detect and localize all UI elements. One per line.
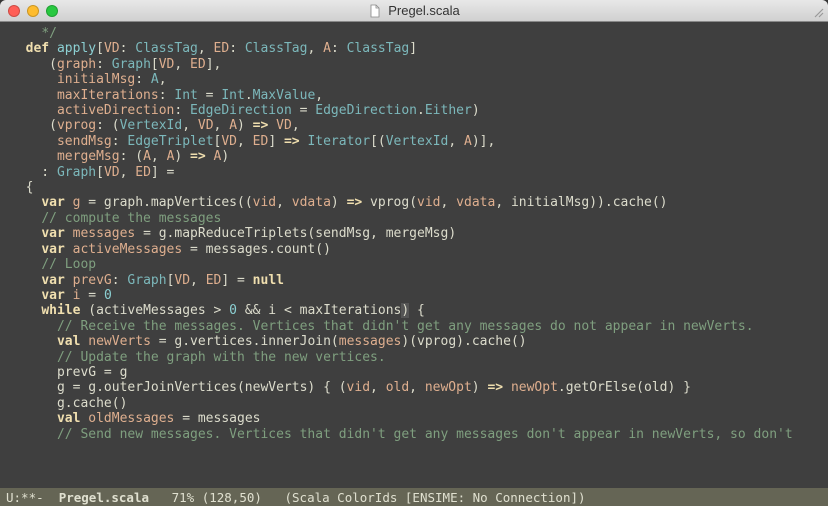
modeline-mode: (Scala ColorIds [ENSIME: No Connection]): [285, 490, 586, 505]
code-line: // Send new messages. Vertices that didn…: [10, 427, 818, 442]
resize-icon: [810, 4, 824, 18]
code-line: var g = graph.mapVertices((vid, vdata) =…: [10, 195, 818, 210]
code-line: // Loop: [10, 257, 818, 272]
code-line: val oldMessages = messages: [10, 411, 818, 426]
code-line: def apply[VD: ClassTag, ED: ClassTag, A:…: [10, 41, 818, 56]
code-line: maxIterations: Int = Int.MaxValue,: [10, 88, 818, 103]
code-line: (vprog: (VertexId, VD, A) => VD,: [10, 118, 818, 133]
code-line: (graph: Graph[VD, ED],: [10, 57, 818, 72]
code-line: initialMsg: A,: [10, 72, 818, 87]
window-controls: [8, 5, 58, 17]
zoom-icon[interactable]: [46, 5, 58, 17]
modeline-percent: 71%: [172, 490, 195, 505]
minimize-icon[interactable]: [27, 5, 39, 17]
close-icon[interactable]: [8, 5, 20, 17]
titlebar: Pregel.scala: [0, 0, 828, 22]
code-line: // Update the graph with the new vertice…: [10, 350, 818, 365]
window-title: Pregel.scala: [0, 3, 828, 18]
code-line: // compute the messages: [10, 211, 818, 226]
code-line: var prevG: Graph[VD, ED] = null: [10, 273, 818, 288]
code-editor[interactable]: */ def apply[VD: ClassTag, ED: ClassTag,…: [0, 22, 828, 488]
code-line: // Receive the messages. Vertices that d…: [10, 319, 818, 334]
code-line: : Graph[VD, ED] =: [10, 165, 818, 180]
code-line: while (activeMessages > 0 && i < maxIter…: [10, 303, 818, 318]
code-line: {: [10, 180, 818, 195]
code-line: g = g.outerJoinVertices(newVerts) { (vid…: [10, 380, 818, 395]
modeline-position: (128,50): [202, 490, 262, 505]
code-line: sendMsg: EdgeTriplet[VD, ED] => Iterator…: [10, 134, 818, 149]
code-line: g.cache(): [10, 396, 818, 411]
window-title-text: Pregel.scala: [388, 3, 460, 18]
file-icon: [368, 4, 382, 18]
code-line: var messages = g.mapReduceTriplets(sendM…: [10, 226, 818, 241]
code-line: mergeMsg: (A, A) => A): [10, 149, 818, 164]
code-line: */: [10, 26, 818, 41]
modeline-status: U:**-: [6, 490, 44, 505]
code-line: prevG = g: [10, 365, 818, 380]
modeline-filename: Pregel.scala: [59, 490, 149, 505]
code-line: val newVerts = g.vertices.innerJoin(mess…: [10, 334, 818, 349]
code-line: var activeMessages = messages.count(): [10, 242, 818, 257]
code-line: activeDirection: EdgeDirection = EdgeDir…: [10, 103, 818, 118]
mode-line: U:**- Pregel.scala 71% (128,50) (Scala C…: [0, 488, 828, 506]
code-line: var i = 0: [10, 288, 818, 303]
